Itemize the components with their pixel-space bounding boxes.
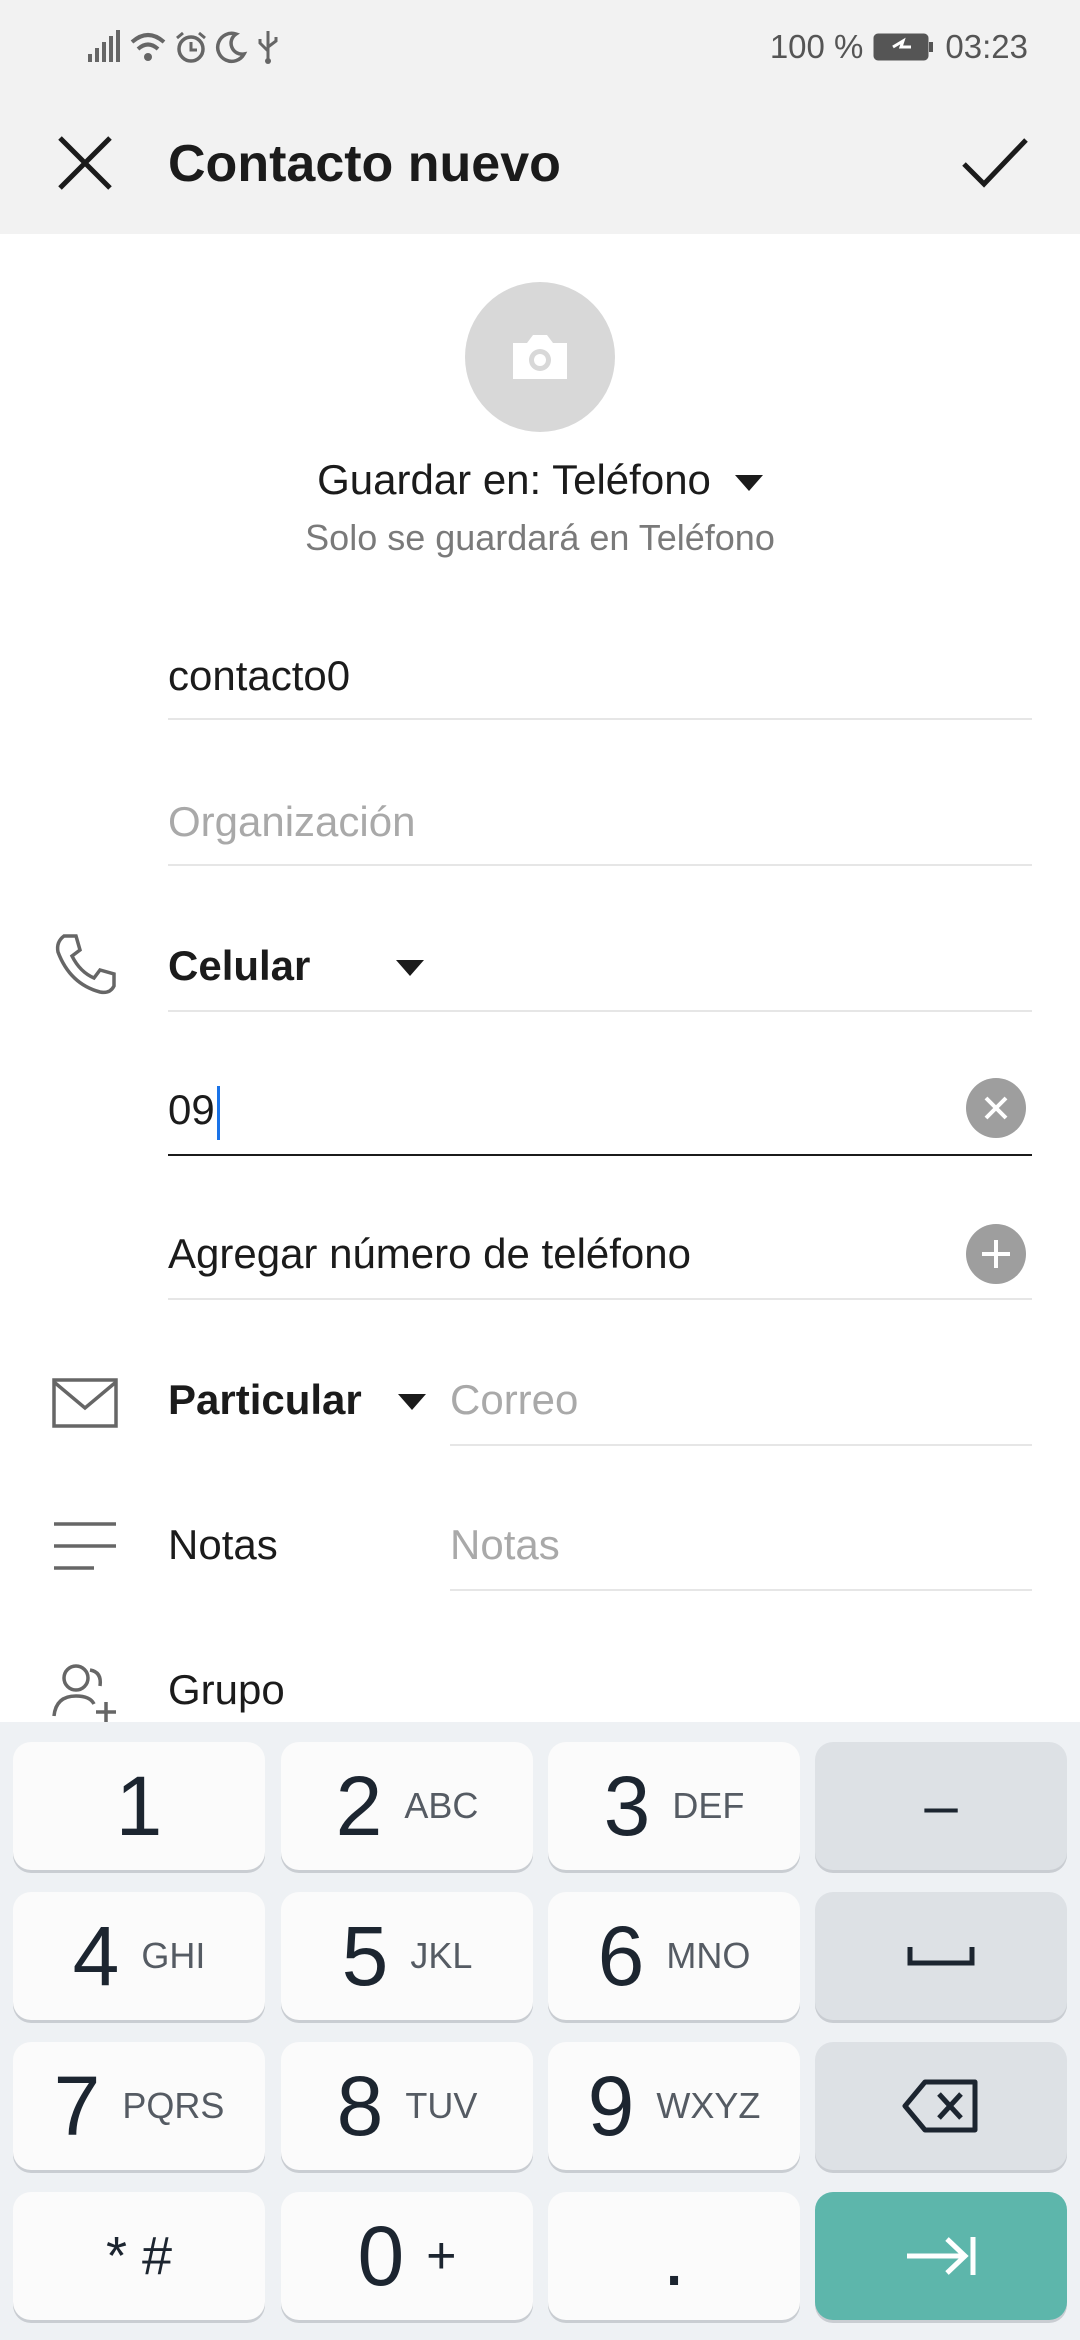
key-letters: MNO <box>666 1935 751 1976</box>
status-icons <box>86 22 282 72</box>
minus-symbol: – <box>924 1772 958 1839</box>
contact-photo-button[interactable] <box>465 282 615 432</box>
minus-key[interactable]: – <box>815 1742 1067 1870</box>
save-location-dropdown[interactable]: Guardar en: Teléfono <box>0 452 1080 508</box>
group-row[interactable]: Grupo <box>168 1660 285 1720</box>
phone-icon <box>55 934 116 995</box>
key-letters: TUV <box>405 2085 478 2126</box>
mail-icon <box>52 1378 118 1428</box>
key-letters: WXYZ <box>656 2085 761 2126</box>
key-digit: 3 <box>603 1759 651 1853</box>
page-title: Contacto nuevo <box>168 135 561 193</box>
key-3[interactable]: 3 DEF <box>548 1742 800 1870</box>
add-phone-row[interactable]: Agregar número de teléfono <box>168 1224 1032 1300</box>
key-dot[interactable]: . <box>548 2192 800 2320</box>
wifi-icon <box>130 33 166 61</box>
backspace-key[interactable] <box>815 2042 1067 2170</box>
phone-number-value: 09 <box>168 1086 215 1133</box>
key-letters: + <box>426 2227 457 2285</box>
text-cursor <box>216 1085 220 1140</box>
key-4[interactable]: 4 GHI <box>13 1892 265 2020</box>
add-group-icon <box>52 1664 116 1722</box>
clock: 03:23 <box>945 28 1028 65</box>
name-field[interactable]: contacto0 <box>168 646 1032 720</box>
organization-placeholder: Organización <box>168 798 416 845</box>
key-letters: JKL <box>410 1935 473 1976</box>
notes-icon <box>54 1522 116 1570</box>
clear-phone-button[interactable] <box>966 1078 1026 1138</box>
save-button[interactable] <box>960 128 1030 198</box>
email-input[interactable]: Correo <box>450 1370 1032 1446</box>
key-digit: * # <box>105 2226 173 2286</box>
plus-icon <box>982 1240 1010 1268</box>
group-label: Grupo <box>168 1666 285 1713</box>
key-star-hash[interactable]: * # <box>13 2192 265 2320</box>
email-placeholder: Correo <box>450 1376 579 1423</box>
battery-icon <box>873 33 934 61</box>
add-phone-label: Agregar número de teléfono <box>168 1230 692 1277</box>
chevron-down-icon <box>396 960 424 976</box>
organization-field[interactable]: Organización <box>168 792 1032 866</box>
next-key[interactable] <box>815 2192 1067 2320</box>
backspace-icon <box>902 2079 978 2133</box>
key-1[interactable]: 1 <box>13 1742 265 1870</box>
key-digit: 7 <box>53 2059 101 2153</box>
space-key[interactable] <box>815 1892 1067 2020</box>
notes-input[interactable]: Notas <box>450 1515 1032 1591</box>
status-right: 100 % 03:23 <box>770 22 1028 72</box>
key-letters: DEF <box>672 1785 745 1826</box>
key-0[interactable]: 0 + <box>281 2192 533 2320</box>
email-type-dropdown[interactable]: Particular <box>168 1370 362 1430</box>
alarm-icon <box>176 31 206 63</box>
notes-placeholder: Notas <box>450 1521 560 1568</box>
name-value: contacto0 <box>168 652 351 699</box>
key-digit: . <box>662 2209 686 2303</box>
signal-icon <box>88 30 120 62</box>
chevron-down-icon <box>734 474 763 491</box>
chevron-down-icon <box>398 1394 426 1410</box>
key-digit: 4 <box>72 1909 120 2003</box>
key-letters: PQRS <box>122 2085 225 2126</box>
clear-icon <box>984 1096 1008 1120</box>
key-6[interactable]: 6 MNO <box>548 1892 800 2020</box>
close-icon <box>58 136 112 190</box>
key-digit: 2 <box>335 1759 383 1853</box>
save-location-note: Solo se guardará en Teléfono <box>305 517 775 558</box>
phone-type-label: Celular <box>168 942 311 989</box>
key-7[interactable]: 7 PQRS <box>13 2042 265 2170</box>
save-location-label: Guardar en: Teléfono <box>317 456 711 503</box>
check-icon <box>962 138 1028 188</box>
moon-icon <box>215 31 248 64</box>
key-letters: ABC <box>404 1785 479 1826</box>
close-button[interactable] <box>50 128 120 198</box>
key-digit: 0 <box>357 2209 405 2303</box>
key-digit: 6 <box>597 1909 645 2003</box>
notes-label: Notas <box>168 1521 278 1568</box>
key-2[interactable]: 2 ABC <box>281 1742 533 1870</box>
key-letters: GHI <box>141 1935 206 1976</box>
battery-percent: 100 % <box>769 28 864 65</box>
usb-icon <box>258 31 278 64</box>
add-phone-button[interactable] <box>966 1224 1026 1284</box>
phone-number-input[interactable]: 09 <box>168 1080 1032 1156</box>
email-type-label: Particular <box>168 1376 362 1423</box>
space-icon <box>907 1947 975 1966</box>
key-digit: 8 <box>336 2059 384 2153</box>
key-digit: 1 <box>115 1759 163 1853</box>
key-5[interactable]: 5 JKL <box>281 1892 533 2020</box>
key-digit: 9 <box>587 2059 635 2153</box>
tab-arrow-icon <box>907 2237 976 2275</box>
camera-icon <box>513 335 567 379</box>
key-8[interactable]: 8 TUV <box>281 2042 533 2170</box>
key-9[interactable]: 9 WXYZ <box>548 2042 800 2170</box>
key-digit: 5 <box>341 1909 389 2003</box>
phone-type-dropdown[interactable]: Celular <box>168 936 1032 1012</box>
